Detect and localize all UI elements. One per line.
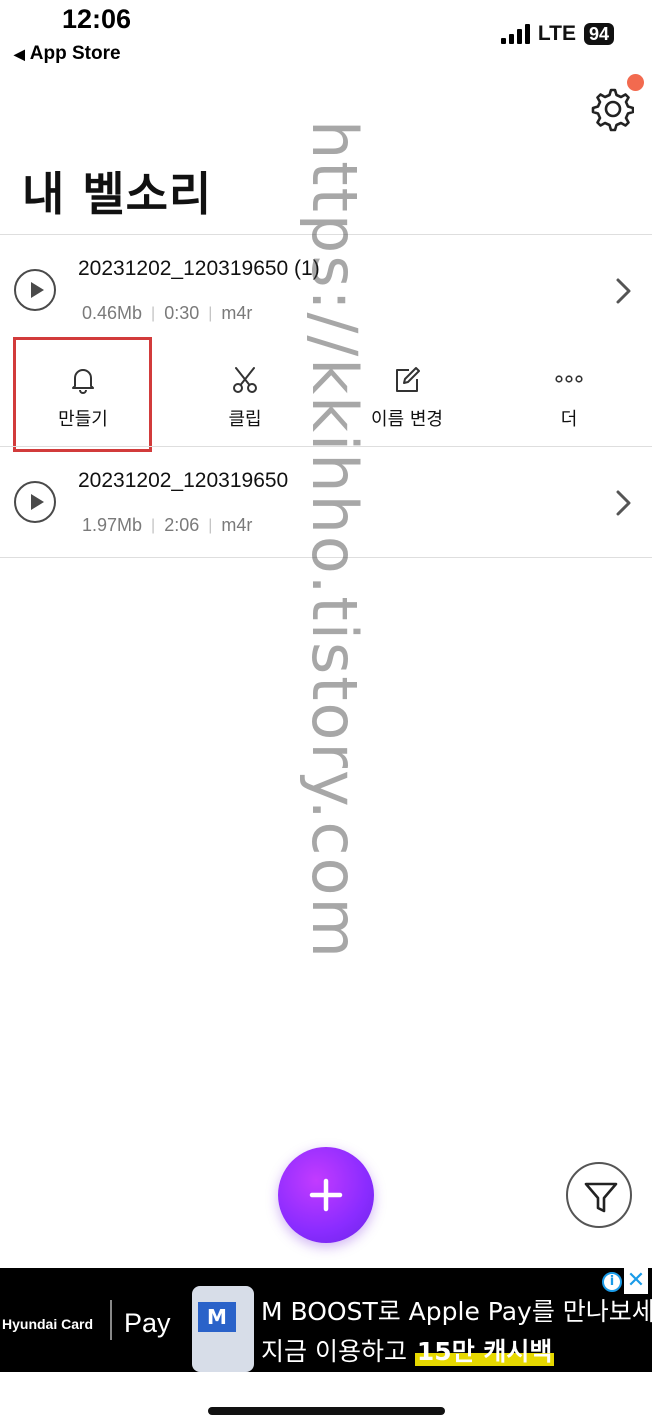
file-size: 0.46Mb bbox=[82, 303, 143, 323]
file-format: m4r bbox=[221, 303, 253, 323]
file-duration: 0:30 bbox=[164, 303, 200, 323]
file-format: m4r bbox=[221, 515, 253, 535]
meta-separator: | bbox=[151, 516, 156, 534]
ad-headline: M BOOST로 Apple Pay를 만나보세요 bbox=[261, 1297, 652, 1326]
add-ringtone-button[interactable] bbox=[278, 1147, 374, 1243]
action-label: 클립 bbox=[228, 409, 262, 430]
file-size: 1.97Mb bbox=[82, 515, 143, 535]
settings-button[interactable] bbox=[588, 86, 635, 132]
status-indicators: LTE 94 bbox=[500, 22, 614, 46]
file-name: 20231202_120319650 (1) bbox=[78, 257, 320, 280]
back-to-app-store-link[interactable]: ◀ App Store bbox=[14, 43, 121, 65]
ad-card-letter: M bbox=[198, 1302, 236, 1332]
action-label: 이름 변경 bbox=[371, 409, 443, 430]
signal-icon bbox=[500, 24, 530, 44]
clip-button[interactable]: 클립 bbox=[180, 338, 310, 446]
chevron-right-icon[interactable] bbox=[613, 488, 635, 518]
more-icon bbox=[555, 375, 583, 383]
meta-separator: | bbox=[208, 304, 213, 322]
divider bbox=[0, 557, 652, 558]
ad-subline: 지금 이용하고 15만 캐시백 bbox=[261, 1332, 555, 1368]
filter-icon bbox=[584, 1182, 618, 1213]
file-row-1[interactable]: 20231202_120319650 (1) 0.46Mb | 0:30 | m… bbox=[0, 236, 652, 346]
ad-subline-highlight: 15만 캐시백 bbox=[414, 1337, 555, 1366]
play-icon[interactable] bbox=[14, 269, 56, 311]
ad-brand-pay: Pay bbox=[124, 1308, 171, 1338]
plus-icon bbox=[309, 1178, 343, 1212]
ad-brand-hyundai: Hyundai Card bbox=[2, 1316, 94, 1332]
file-duration: 2:06 bbox=[164, 515, 200, 535]
scissors-icon bbox=[233, 367, 257, 393]
ad-info-icon[interactable]: i bbox=[602, 1272, 622, 1292]
network-type: LTE bbox=[537, 22, 576, 45]
ad-card-image: M bbox=[192, 1286, 254, 1372]
notification-dot bbox=[627, 74, 644, 91]
ad-subline-prefix: 지금 이용하고 bbox=[261, 1337, 415, 1366]
chevron-right-icon[interactable] bbox=[613, 276, 635, 306]
status-time: 12:06 bbox=[62, 4, 132, 34]
ad-banner[interactable]: Hyundai Card Pay M M BOOST로 Apple Pay를 만… bbox=[0, 1268, 652, 1372]
battery-level: 94 bbox=[583, 23, 614, 45]
highlight-box bbox=[13, 337, 152, 452]
ad-close-icon[interactable]: ✕ bbox=[624, 1268, 648, 1294]
filter-button[interactable] bbox=[566, 1162, 632, 1228]
divider bbox=[0, 234, 652, 235]
edit-icon bbox=[396, 367, 420, 392]
gear-icon bbox=[591, 88, 635, 132]
home-indicator[interactable] bbox=[208, 1407, 445, 1415]
back-triangle-icon: ◀ bbox=[14, 45, 25, 62]
ad-brand-divider bbox=[110, 1300, 112, 1340]
page-title: 내 벨소리 bbox=[22, 167, 213, 221]
more-button[interactable]: 더 bbox=[504, 338, 634, 446]
file-meta: 1.97Mb | 2:06 | m4r bbox=[82, 515, 252, 536]
play-icon[interactable] bbox=[14, 481, 56, 523]
rename-button[interactable]: 이름 변경 bbox=[342, 338, 472, 446]
file-row-2[interactable]: 20231202_120319650 1.97Mb | 2:06 | m4r bbox=[0, 447, 652, 557]
meta-separator: | bbox=[208, 516, 213, 534]
file-name: 20231202_120319650 bbox=[78, 469, 289, 492]
action-label: 더 bbox=[560, 409, 578, 430]
file-meta: 0.46Mb | 0:30 | m4r bbox=[82, 303, 252, 324]
meta-separator: | bbox=[151, 304, 156, 322]
back-label: App Store bbox=[29, 43, 121, 64]
